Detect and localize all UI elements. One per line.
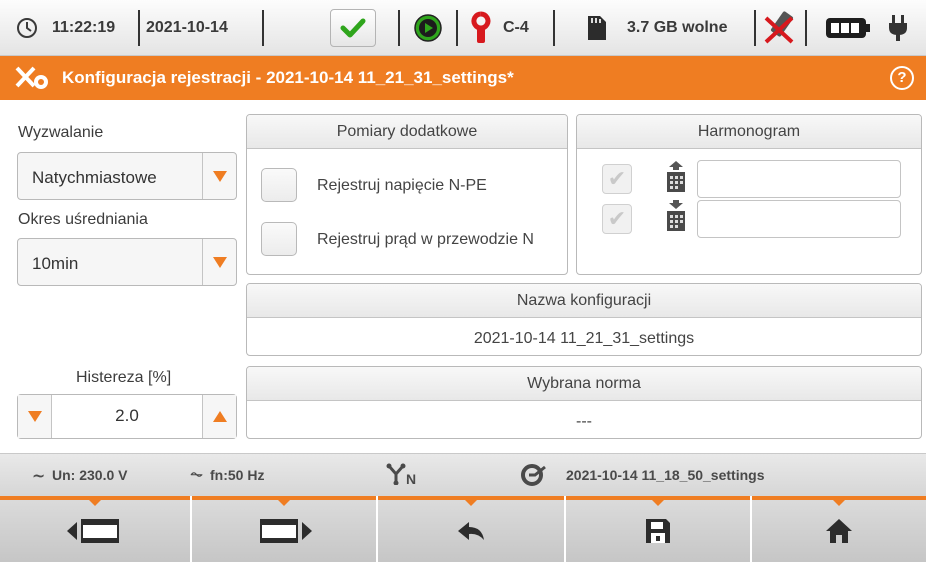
config-name-title: Nazwa konfiguracji <box>247 284 921 318</box>
hysteresis-label: Histereza [%] <box>76 369 172 386</box>
title-bar: Konfiguracja rejestracji - 2021-10-14 11… <box>0 56 926 100</box>
settings-file-icon <box>521 463 547 492</box>
network-type: N <box>406 471 417 487</box>
schedule-end-checkbox[interactable]: ✔ <box>602 204 632 234</box>
increment-button[interactable] <box>202 395 236 438</box>
npe-voltage-label: Rejestruj napięcie N-PE <box>317 177 487 194</box>
averaging-label: Okres uśredniania <box>18 211 148 228</box>
clock-icon <box>16 0 38 56</box>
prev-screen-button[interactable] <box>0 496 190 562</box>
trigger-value: Natychmiastowe <box>32 168 157 187</box>
config-name-panel: Nazwa konfiguracji 2021-10-14 11_21_31_s… <box>246 283 922 356</box>
usb-icon <box>762 0 798 56</box>
page-title: Konfiguracja rejestracji - 2021-10-14 11… <box>62 68 514 87</box>
clamp-type: C-4 <box>503 19 529 36</box>
save-button[interactable] <box>566 496 750 562</box>
chevron-down-icon <box>202 239 236 285</box>
network-type-icon <box>386 463 406 490</box>
norm-panel: Wybrana norma --- <box>246 366 922 439</box>
schedule-start-field[interactable] <box>697 160 901 198</box>
check-icon <box>330 9 376 47</box>
back-button[interactable] <box>378 496 564 562</box>
home-icon <box>826 519 852 543</box>
n-current-checkbox[interactable] <box>261 222 297 256</box>
sine-icon: ∼ <box>32 468 46 485</box>
clamp-icon <box>471 0 491 56</box>
info-bar: ∼ Un: 230.0 V ⏦ fn:50 Hz N 2021-10-14 11… <box>0 453 926 496</box>
averaging-value: 10min <box>32 254 79 273</box>
schedule-start-checkbox[interactable]: ✔ <box>602 164 632 194</box>
extra-measurements-panel: Pomiary dodatkowe Rejestruj napięcie N-P… <box>246 114 568 275</box>
frequency-icon: ⏦ <box>190 466 204 483</box>
tools-icon <box>14 64 50 97</box>
n-current-label: Rejestruj prąd w przewodzie N <box>317 231 534 248</box>
calendar-start-icon <box>666 161 686 198</box>
chevron-up-icon <box>212 411 227 422</box>
trigger-label: Wyzwalanie <box>18 124 104 141</box>
hysteresis-spinner: 2.0 <box>17 394 237 439</box>
calendar-end-icon <box>666 200 686 237</box>
next-screen-icon <box>260 519 312 543</box>
check-icon: ✔ <box>607 166 627 191</box>
battery-icon <box>825 0 871 56</box>
extra-measurements-title: Pomiary dodatkowe <box>247 115 567 149</box>
plug-icon <box>887 0 909 56</box>
config-name-value[interactable]: 2021-10-14 11_21_31_settings <box>247 330 921 348</box>
active-settings-name: 2021-10-14 11_18_50_settings <box>566 467 765 483</box>
sdcard-icon <box>586 0 606 56</box>
help-button[interactable]: ? <box>890 66 914 90</box>
record-icon <box>413 0 443 56</box>
check-status-button[interactable] <box>330 0 376 56</box>
nominal-frequency: fn:50 Hz <box>210 467 265 483</box>
averaging-dropdown[interactable]: 10min <box>17 238 237 286</box>
next-screen-button[interactable] <box>192 496 376 562</box>
nominal-voltage: Un: 230.0 V <box>52 467 128 483</box>
bottom-toolbar <box>0 496 926 562</box>
chevron-down-icon <box>27 411 42 422</box>
decrement-button[interactable] <box>18 395 52 438</box>
trigger-dropdown[interactable]: Natychmiastowe <box>17 152 237 200</box>
chevron-down-icon <box>202 153 236 199</box>
norm-title: Wybrana norma <box>247 367 921 401</box>
storage-free: 3.7 GB wolne <box>627 19 728 36</box>
back-icon <box>458 522 484 540</box>
schedule-panel: Harmonogram ✔ ✔ <box>576 114 922 275</box>
npe-voltage-checkbox[interactable] <box>261 168 297 202</box>
prev-screen-icon <box>67 519 119 543</box>
schedule-end-field[interactable] <box>697 200 901 238</box>
save-icon <box>646 519 670 543</box>
status-date: 2021-10-14 <box>146 19 228 36</box>
schedule-title: Harmonogram <box>577 115 921 149</box>
check-icon: ✔ <box>607 206 627 231</box>
status-time: 11:22:19 <box>52 19 116 36</box>
status-bar: 11:22:19 2021-10-14 C-4 3.7 GB wolne <box>0 0 926 56</box>
norm-value[interactable]: --- <box>247 413 921 431</box>
home-button[interactable] <box>752 496 926 562</box>
